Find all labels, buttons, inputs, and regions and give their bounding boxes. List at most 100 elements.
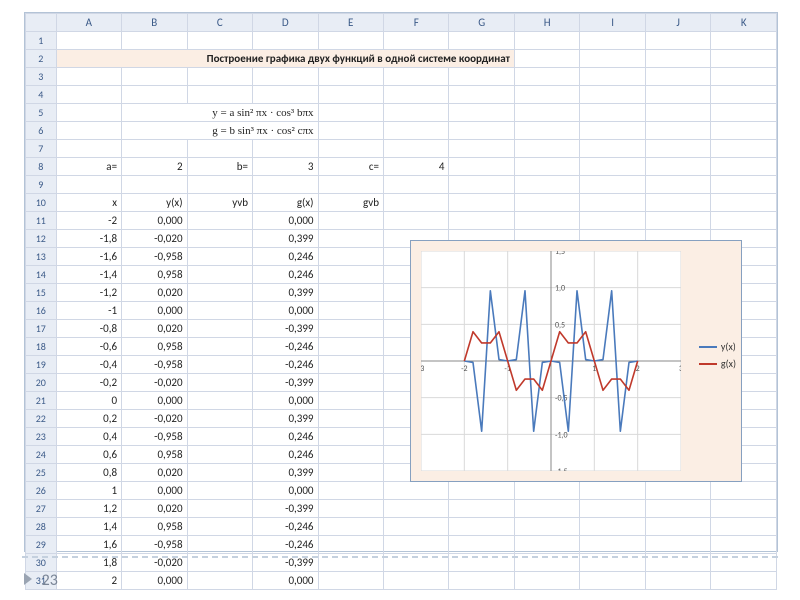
- row-header-10[interactable]: 10: [26, 194, 57, 212]
- cell[interactable]: [318, 122, 383, 140]
- cell[interactable]: [580, 500, 645, 518]
- cell[interactable]: g(x): [253, 194, 318, 212]
- cell[interactable]: [318, 572, 383, 590]
- cell[interactable]: [56, 122, 121, 140]
- col-header-H[interactable]: H: [514, 14, 579, 32]
- cell[interactable]: 0,020: [122, 500, 187, 518]
- col-header-J[interactable]: J: [645, 14, 710, 32]
- cell[interactable]: [645, 158, 710, 176]
- row-header-8[interactable]: 8: [26, 158, 57, 176]
- cell[interactable]: -0,958: [122, 536, 187, 554]
- cell[interactable]: [580, 212, 645, 230]
- cell[interactable]: [711, 86, 777, 104]
- cell[interactable]: 0,000: [122, 212, 187, 230]
- cell[interactable]: -0,246: [253, 356, 318, 374]
- cell[interactable]: [187, 392, 252, 410]
- cell[interactable]: [187, 410, 252, 428]
- cell[interactable]: [187, 68, 252, 86]
- cell[interactable]: 0,6: [56, 446, 121, 464]
- cell[interactable]: [645, 212, 710, 230]
- cell[interactable]: [56, 140, 121, 158]
- col-header-A[interactable]: A: [56, 14, 121, 32]
- cell[interactable]: [711, 104, 777, 122]
- col-header-D[interactable]: D: [253, 14, 318, 32]
- cell[interactable]: 0,958: [122, 338, 187, 356]
- cell[interactable]: -0,8: [56, 320, 121, 338]
- col-header-C[interactable]: C: [187, 14, 252, 32]
- cell[interactable]: [187, 230, 252, 248]
- cell[interactable]: [318, 410, 383, 428]
- cell[interactable]: [580, 32, 645, 50]
- cell[interactable]: -1: [56, 302, 121, 320]
- cell[interactable]: x: [56, 194, 121, 212]
- cell[interactable]: -0,399: [253, 374, 318, 392]
- cell[interactable]: 0,246: [253, 248, 318, 266]
- cell[interactable]: [318, 446, 383, 464]
- cell[interactable]: [514, 500, 579, 518]
- cell[interactable]: [187, 338, 252, 356]
- cell[interactable]: 0,000: [253, 212, 318, 230]
- cell[interactable]: [187, 140, 252, 158]
- row-header-2[interactable]: 2: [26, 50, 57, 68]
- cell[interactable]: [318, 266, 383, 284]
- cell[interactable]: -1,8: [56, 230, 121, 248]
- cell[interactable]: [580, 50, 645, 68]
- cell[interactable]: [449, 158, 514, 176]
- cell[interactable]: [187, 536, 252, 554]
- cell[interactable]: [514, 158, 579, 176]
- cell[interactable]: [514, 176, 579, 194]
- cell[interactable]: [187, 248, 252, 266]
- cell[interactable]: c=: [318, 158, 383, 176]
- cell[interactable]: [383, 86, 448, 104]
- cell[interactable]: [253, 68, 318, 86]
- cell[interactable]: [514, 122, 579, 140]
- cell[interactable]: yvb: [187, 194, 252, 212]
- cell[interactable]: [318, 338, 383, 356]
- cell[interactable]: 0,958: [122, 446, 187, 464]
- cell[interactable]: [645, 482, 710, 500]
- cell[interactable]: [318, 86, 383, 104]
- cell[interactable]: 0,020: [122, 320, 187, 338]
- cell[interactable]: [318, 284, 383, 302]
- cell[interactable]: [187, 284, 252, 302]
- cell[interactable]: [56, 104, 121, 122]
- cell[interactable]: -1,2: [56, 284, 121, 302]
- cell[interactable]: [580, 194, 645, 212]
- cell[interactable]: [318, 176, 383, 194]
- cell[interactable]: [187, 266, 252, 284]
- row-header-17[interactable]: 17: [26, 320, 57, 338]
- row-header-9[interactable]: 9: [26, 176, 57, 194]
- cell[interactable]: [711, 176, 777, 194]
- cell[interactable]: [580, 86, 645, 104]
- cell[interactable]: [318, 302, 383, 320]
- cell[interactable]: 0,399: [253, 230, 318, 248]
- row-header-5[interactable]: 5: [26, 104, 57, 122]
- row-header-21[interactable]: 21: [26, 392, 57, 410]
- cell[interactable]: 0,020: [122, 284, 187, 302]
- cell[interactable]: [580, 158, 645, 176]
- cell[interactable]: [711, 140, 777, 158]
- cell[interactable]: [187, 572, 252, 590]
- row-header-11[interactable]: 11: [26, 212, 57, 230]
- cell[interactable]: [645, 68, 710, 86]
- cell[interactable]: [645, 140, 710, 158]
- cell[interactable]: -0,020: [122, 410, 187, 428]
- cell[interactable]: -1,6: [56, 248, 121, 266]
- cell[interactable]: [711, 500, 777, 518]
- cell[interactable]: [514, 572, 579, 590]
- cell[interactable]: [122, 32, 187, 50]
- cell[interactable]: [449, 86, 514, 104]
- cell[interactable]: 0,958: [122, 518, 187, 536]
- cell[interactable]: [253, 86, 318, 104]
- cell[interactable]: [383, 536, 448, 554]
- cell[interactable]: [253, 176, 318, 194]
- cell[interactable]: [187, 464, 252, 482]
- cell[interactable]: 0,000: [253, 572, 318, 590]
- cell[interactable]: [122, 140, 187, 158]
- cell[interactable]: 0,246: [253, 428, 318, 446]
- cell[interactable]: 0,4: [56, 428, 121, 446]
- cell[interactable]: 0,958: [122, 266, 187, 284]
- cell[interactable]: -0,246: [253, 518, 318, 536]
- cell[interactable]: [580, 482, 645, 500]
- cell[interactable]: g = b sin³ πx · cos² cπx: [122, 122, 318, 140]
